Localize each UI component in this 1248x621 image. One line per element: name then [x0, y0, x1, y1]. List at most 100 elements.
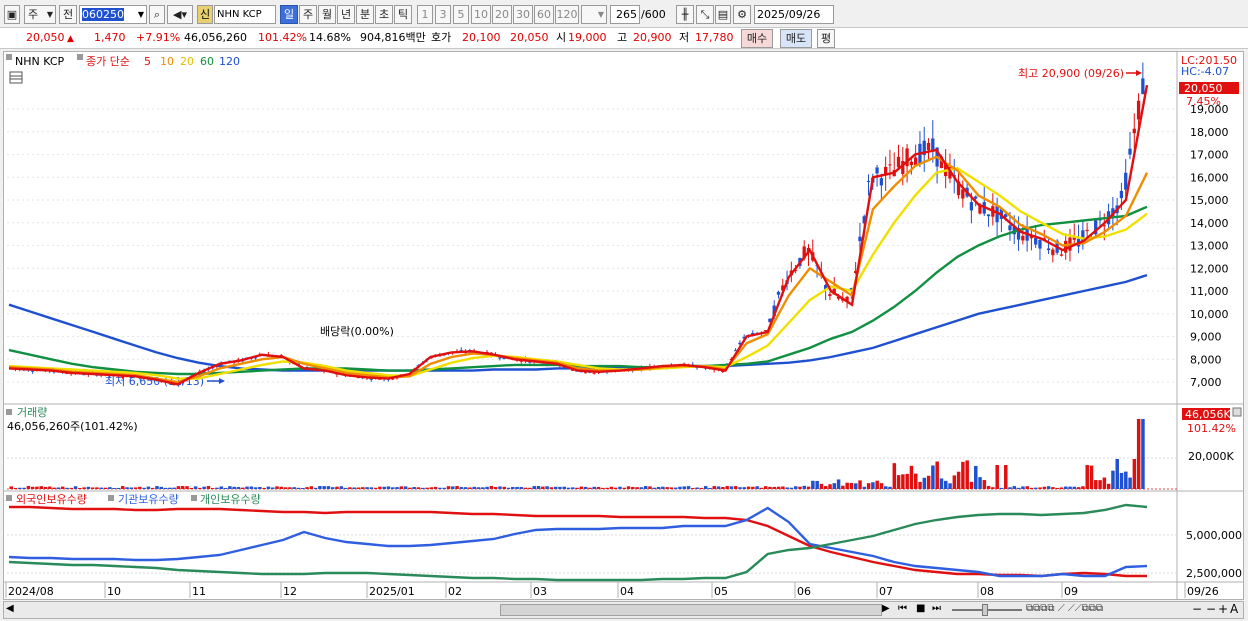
- chart-scrollbar[interactable]: ◀ ▶ ⏮ ■ ⏭ ⧉⧉⧉⧉ ⟋ ⟋⟋⧉⧉⧉ − − + A: [3, 601, 1244, 619]
- volume-bar: [969, 481, 974, 489]
- scroll-left-icon[interactable]: ◀: [6, 603, 14, 614]
- candle-icon[interactable]: ╫: [676, 5, 694, 24]
- interval-120-button[interactable]: 120: [555, 5, 579, 24]
- volume-bar: [571, 487, 575, 489]
- volume-bar: [245, 486, 249, 489]
- volume-bar: [78, 487, 82, 489]
- date-input[interactable]: 2025/09/26: [754, 5, 834, 24]
- volume-bar: [142, 487, 146, 489]
- count-input[interactable]: 265: [610, 5, 640, 24]
- stock-code-input[interactable]: 060250 ▼: [79, 5, 147, 24]
- volume-bar: [416, 487, 421, 489]
- volume-bar: [30, 486, 35, 489]
- volume-bar: [952, 475, 957, 489]
- volume-bar: [412, 487, 416, 489]
- first-page-icon[interactable]: ⏮: [898, 603, 907, 614]
- volume-bar: [318, 486, 322, 489]
- volume-bar: [1068, 486, 1072, 489]
- period-year-button[interactable]: 년: [337, 5, 355, 24]
- volume-bar: [502, 486, 506, 489]
- volume-bar: [626, 486, 631, 489]
- volume-bar: [270, 487, 275, 489]
- period-day-button[interactable]: 일: [280, 5, 298, 24]
- period-week-button[interactable]: 주: [299, 5, 317, 24]
- sell-button[interactable]: 매도: [780, 29, 812, 48]
- interval-1-button[interactable]: 1: [417, 5, 433, 24]
- gear-icon[interactable]: ⚙: [733, 5, 751, 24]
- volume-bar: [545, 486, 549, 489]
- scroll-thumb[interactable]: [500, 604, 882, 616]
- stock-code-value: 060250: [82, 8, 124, 21]
- zoom-slider-handle[interactable]: [982, 604, 988, 616]
- interval-30-button[interactable]: 30: [513, 5, 533, 24]
- interval-20-button[interactable]: 20: [492, 5, 512, 24]
- dividend-marker: 배당락(0.00%): [320, 325, 394, 338]
- volume-bar: [223, 487, 228, 489]
- period-second-button[interactable]: 초: [375, 5, 393, 24]
- search-icon[interactable]: ⌕: [149, 5, 165, 24]
- price-tick-label: 7,000: [1190, 376, 1222, 389]
- ma-line-10: [8, 155, 1149, 384]
- volume-bar: [772, 486, 777, 489]
- speaker-icon[interactable]: ◀▾: [167, 5, 193, 24]
- volume-bar: [721, 487, 725, 489]
- zoom-out-icon[interactable]: −: [1192, 602, 1202, 616]
- interval-5-button[interactable]: 5: [453, 5, 469, 24]
- buy-button[interactable]: 매수: [741, 29, 773, 48]
- chart-svg: NHN KCP 종가 단순 5 10 20 60 120 LC:201.50 H…: [4, 52, 1243, 599]
- zoom-reset-icon[interactable]: −: [1206, 602, 1216, 616]
- volume-bar: [733, 486, 738, 489]
- interval-3-button[interactable]: 3: [435, 5, 451, 24]
- volume-bar: [163, 487, 168, 489]
- volume-bar: [511, 486, 515, 489]
- period-tick-button[interactable]: 틱: [394, 5, 412, 24]
- volume-bar: [56, 487, 61, 489]
- volume-bar: [326, 486, 331, 489]
- price-axis: 19,000 18,000 17,000 16,000 15,000 14,000 13,0…: [7, 103, 1229, 389]
- quote-bar: 20,050 ▲ 1,470 +7.91% 46,056,260 101.42%…: [0, 28, 1248, 49]
- font-size-icon[interactable]: A: [1230, 602, 1238, 616]
- volume-bar: [236, 487, 241, 489]
- candle-body: [1021, 235, 1025, 241]
- legend-ma-10: 10: [160, 55, 174, 68]
- market-type-select[interactable]: 주 ▼: [24, 5, 56, 24]
- window-menu-icon[interactable]: ▣: [4, 5, 20, 24]
- volume-bar: [433, 486, 438, 489]
- last-page-icon[interactable]: ⏭: [932, 603, 941, 614]
- stop-icon[interactable]: ■: [916, 603, 925, 614]
- legend-marker: [77, 54, 83, 60]
- chevron-down-icon: ▼: [137, 10, 144, 19]
- price-tick-label: 14,000: [1190, 217, 1229, 230]
- volume-bar: [369, 487, 374, 489]
- crosshair-icon[interactable]: ⤡: [696, 5, 714, 24]
- price-tick-label: 18,000: [1190, 126, 1229, 139]
- scroll-right-icon[interactable]: ▶: [882, 603, 890, 614]
- interval-60-button[interactable]: 60: [534, 5, 554, 24]
- eval-button[interactable]: 평: [817, 29, 835, 48]
- volume-bar: [1111, 470, 1115, 489]
- volume-bar: [682, 486, 687, 489]
- interval-10-button[interactable]: 10: [471, 5, 491, 24]
- volume-bar: [746, 486, 751, 489]
- price-tick-label: 10,000: [1190, 308, 1229, 321]
- zoom-in-icon[interactable]: +: [1218, 602, 1228, 616]
- close-icon[interactable]: [1232, 407, 1242, 417]
- save-icon[interactable]: ▤: [715, 5, 731, 24]
- volume-bar: [622, 487, 626, 489]
- period-minute-button[interactable]: 분: [356, 5, 374, 24]
- period-month-button[interactable]: 월: [318, 5, 336, 24]
- volume-bar: [1085, 465, 1089, 489]
- volume-bar: [481, 487, 485, 489]
- legend-ma-20: 20: [180, 55, 194, 68]
- volume-bar: [1072, 486, 1077, 489]
- chart-area[interactable]: NHN KCP 종가 단순 5 10 20 60 120 LC:201.50 H…: [3, 51, 1244, 600]
- grid-toggle-icon[interactable]: [9, 71, 23, 84]
- prev-button[interactable]: 전: [59, 5, 77, 24]
- volume-bar: [661, 486, 665, 489]
- volume-bar: [275, 486, 279, 489]
- volume-bar: [896, 475, 901, 489]
- interval-dropdown[interactable]: ▼: [581, 5, 607, 24]
- drawing-tools-icon[interactable]: ⧉⧉⧉⧉ ⟋ ⟋⟋⧉⧉⧉: [1026, 603, 1103, 614]
- holdings-lines: [8, 503, 1148, 582]
- volume-bar: [956, 471, 961, 489]
